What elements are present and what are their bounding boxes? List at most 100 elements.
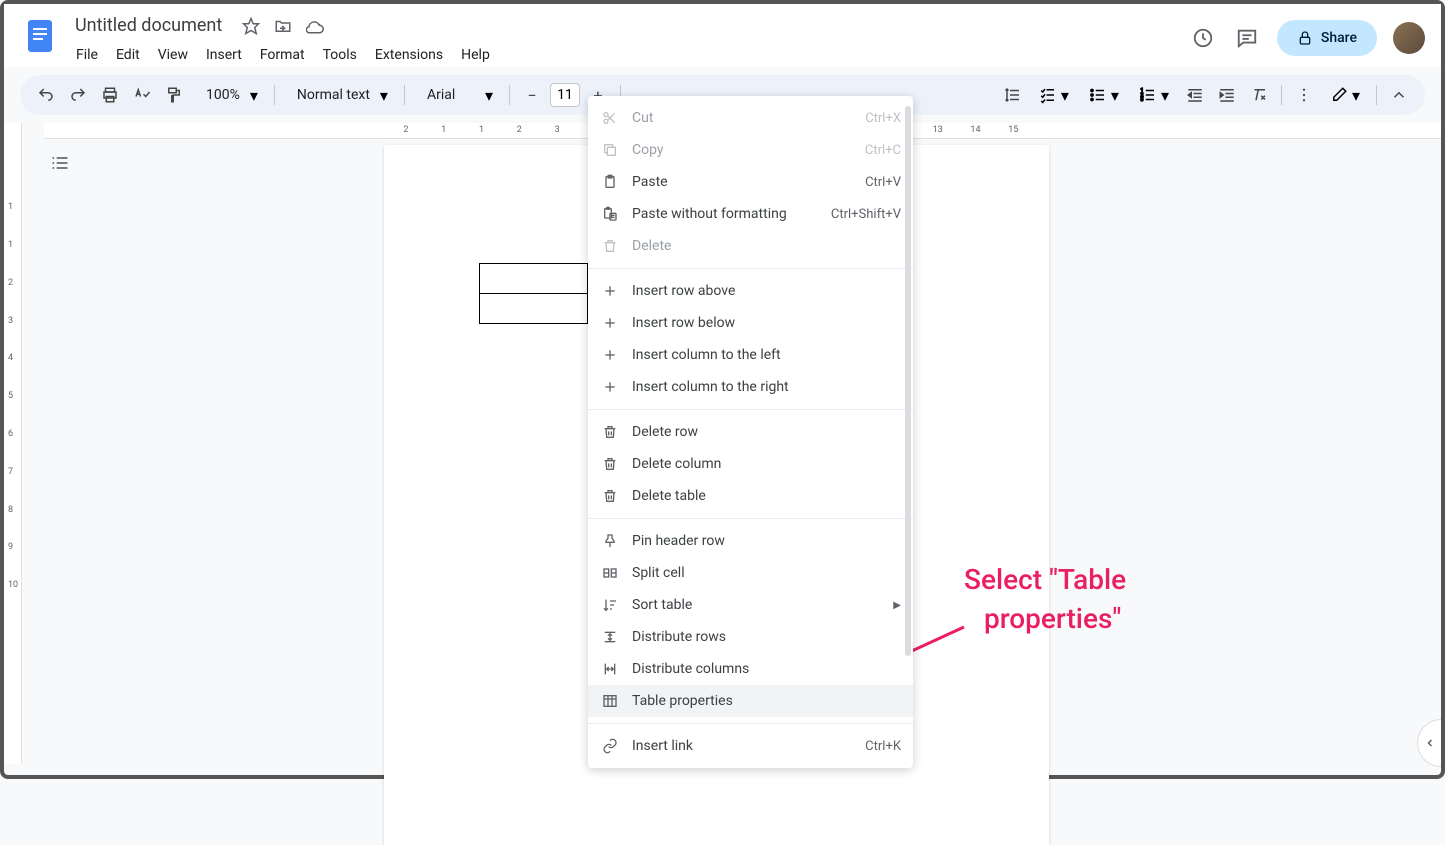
ruler-mark: 2 [8,278,13,288]
menubar: File Edit View Insert Format Tools Exten… [68,43,1189,67]
menu-item-label: Delete column [632,456,901,472]
context-menu-delete-row[interactable]: Delete row [588,416,913,448]
ruler-mark: 13 [933,125,943,135]
context-menu-pin-header-row[interactable]: Pin header row [588,525,913,557]
menu-extensions[interactable]: Extensions [367,43,451,67]
menu-shortcut: Ctrl+C [865,143,901,158]
context-menu-distribute-rows[interactable]: Distribute rows [588,621,913,653]
zoom-dropdown[interactable]: 100% ▾ [192,79,266,111]
menu-file[interactable]: File [68,43,106,67]
menu-item-label: Paste [632,174,865,190]
menu-view[interactable]: View [150,43,196,67]
context-menu-delete-column[interactable]: Delete column [588,448,913,480]
sort-icon [600,595,620,615]
font-size-input[interactable] [550,83,580,107]
context-menu-sort-table[interactable]: Sort table▶ [588,589,913,621]
table-row[interactable] [480,294,588,324]
trash-icon [600,486,620,506]
menu-edit[interactable]: Edit [108,43,148,67]
redo-button[interactable] [64,81,92,109]
menu-item-label: Delete row [632,424,901,440]
spellcheck-button[interactable] [128,81,156,109]
editing-mode-dropdown[interactable]: ▾ [1322,82,1368,109]
line-spacing-button[interactable] [999,81,1027,109]
outline-toggle-button[interactable] [44,147,76,179]
context-menu-insert-row-above[interactable]: Insert row above [588,275,913,307]
more-options-button[interactable] [1290,81,1318,109]
menu-item-label: Insert link [632,738,865,754]
context-menu-insert-column-to-the-left[interactable]: Insert column to the left [588,339,913,371]
ruler-mark: 9 [8,542,13,552]
indent-increase-button[interactable] [1213,81,1241,109]
context-menu-distribute-columns[interactable]: Distribute columns [588,653,913,685]
context-menu-insert-row-below[interactable]: Insert row below [588,307,913,339]
share-button[interactable]: Share [1277,20,1377,56]
table-props-icon [600,691,620,711]
menu-scrollbar[interactable] [905,106,911,706]
annotation-text: Select "Table properties" [964,560,1126,638]
trash-icon [600,422,620,442]
document-title[interactable]: Untitled document [68,12,229,39]
context-menu: CutCtrl+XCopyCtrl+CPasteCtrl+VPaste with… [588,96,913,768]
comments-icon[interactable] [1233,24,1261,52]
font-dropdown[interactable]: Arial ▾ [413,79,501,111]
context-menu-split-cell[interactable]: Split cell [588,557,913,589]
ruler-mark: 4 [8,353,13,363]
bullets-dropdown[interactable]: ▾ [1081,82,1127,109]
style-dropdown[interactable]: Normal text ▾ [283,79,396,111]
star-icon[interactable] [241,16,261,36]
pin-icon [600,531,620,551]
table-cell[interactable] [480,264,588,294]
context-menu-insert-column-to-the-right[interactable]: Insert column to the right [588,371,913,403]
menu-item-label: Paste without formatting [632,206,831,222]
table-row[interactable] [480,264,588,294]
docs-logo-icon[interactable] [20,16,60,56]
history-icon[interactable] [1189,24,1217,52]
user-avatar[interactable] [1393,22,1425,54]
context-menu-paste[interactable]: PasteCtrl+V [588,166,913,198]
context-menu-table-properties[interactable]: Table properties [588,685,913,717]
ruler-mark: 3 [555,125,560,135]
menu-divider [588,409,913,410]
context-menu-delete: Delete [588,230,913,262]
font-size-decrease-button[interactable]: − [518,81,546,109]
context-menu-copy: CopyCtrl+C [588,134,913,166]
menu-tools[interactable]: Tools [315,43,365,67]
dist-rows-icon [600,627,620,647]
dist-cols-icon [600,659,620,679]
chevron-right-icon: ▶ [893,600,901,611]
collapse-toolbar-button[interactable] [1385,81,1413,109]
move-icon[interactable] [273,16,293,36]
menu-item-label: Insert column to the left [632,347,901,363]
svg-text:3: 3 [1140,97,1143,103]
menu-format[interactable]: Format [252,43,313,67]
cloud-status-icon[interactable] [305,16,325,36]
context-menu-insert-link[interactable]: Insert linkCtrl+K [588,730,913,762]
lock-icon [1297,30,1313,46]
indent-decrease-button[interactable] [1181,81,1209,109]
vertical-ruler[interactable]: 112345678910 [4,123,22,764]
context-menu-paste-without-formatting[interactable]: Paste without formattingCtrl+Shift+V [588,198,913,230]
plus-icon [600,377,620,397]
copy-icon [600,140,620,160]
table-cell[interactable] [480,294,588,324]
menu-divider [588,518,913,519]
context-menu-delete-table[interactable]: Delete table [588,480,913,512]
document-table[interactable] [479,263,588,324]
menu-insert[interactable]: Insert [198,43,250,67]
ruler-mark: 3 [8,316,13,326]
menu-divider [588,723,913,724]
numbered-list-dropdown[interactable]: 123▾ [1131,82,1177,109]
undo-button[interactable] [32,81,60,109]
paste-no-format-icon [600,204,620,224]
print-button[interactable] [96,81,124,109]
menu-help[interactable]: Help [453,43,498,67]
clear-format-button[interactable] [1245,81,1273,109]
checklist-dropdown[interactable]: ▾ [1031,82,1077,109]
paint-format-button[interactable] [160,81,188,109]
paste-icon [600,172,620,192]
trash-icon [600,454,620,474]
ruler-mark: 1 [441,125,446,135]
menu-item-label: Distribute rows [632,629,901,645]
chevron-down-icon: ▾ [485,86,493,105]
